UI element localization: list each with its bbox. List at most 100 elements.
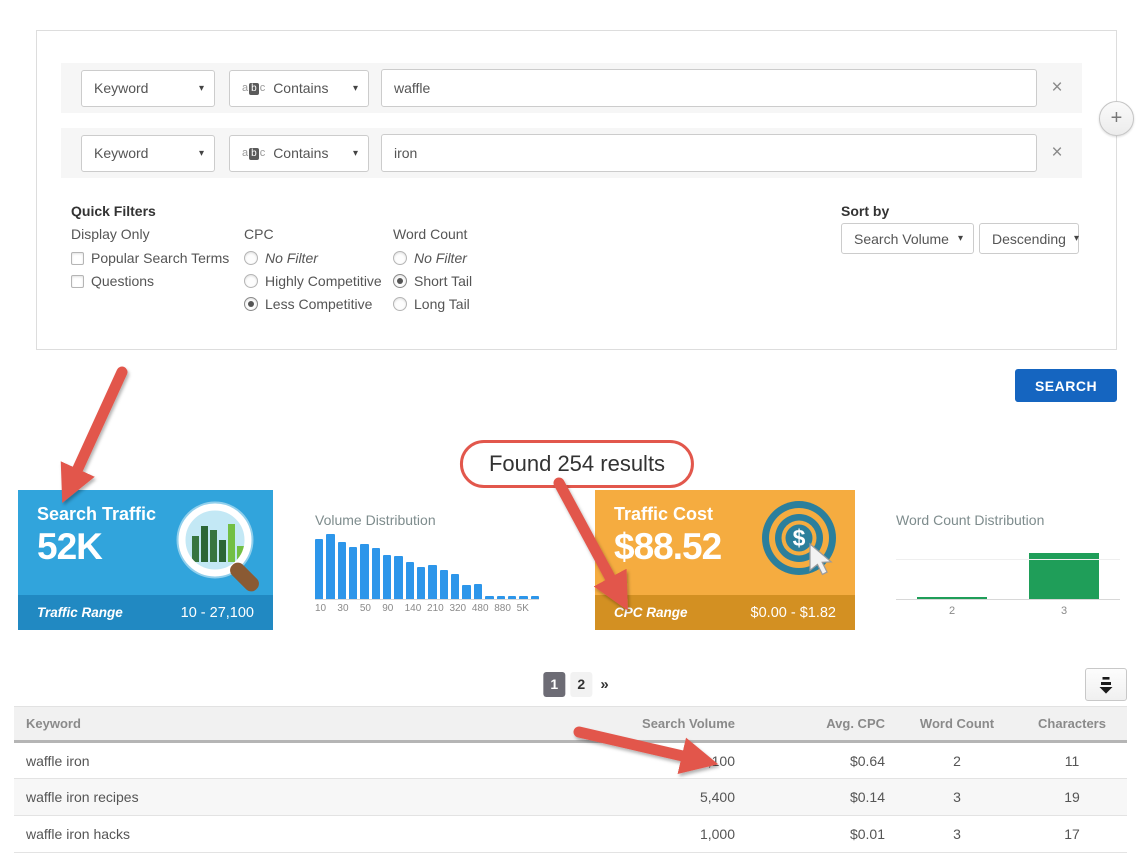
- abc-text-icon: abc: [242, 147, 265, 160]
- search-button[interactable]: SEARCH: [1015, 369, 1117, 402]
- card-value: 52K: [37, 526, 102, 568]
- column-header-search-volume: Search Volume: [562, 707, 747, 742]
- field-select[interactable]: Keyword ▾: [81, 70, 215, 107]
- word-count-distribution-chart: [896, 542, 1120, 600]
- results-count-banner: Found 254 results: [460, 440, 694, 488]
- avg-cpc-cell: $0.14: [747, 779, 897, 816]
- volume-axis-labels: 103050901402103204808805K: [315, 603, 539, 614]
- word-count-distribution-card: Word Count Distribution 23: [878, 490, 1136, 630]
- radio-cpc-highly-competitive[interactable]: Highly Competitive: [244, 274, 382, 288]
- footer-value: 10 - 27,100: [181, 605, 254, 621]
- operator-select[interactable]: abc Contains ▾: [229, 70, 369, 107]
- search-volume-cell: 27,100: [562, 742, 747, 779]
- chart-bar: [383, 555, 391, 599]
- chart-bar: [462, 585, 470, 599]
- checkbox-popular-search-terms[interactable]: Popular Search Terms: [71, 251, 229, 265]
- word-count-label: Word Count: [393, 226, 472, 242]
- option-label: Popular Search Terms: [91, 250, 229, 266]
- traffic-cost-card: Traffic Cost $88.52 $ CPC Range $0.00 - …: [595, 490, 855, 630]
- sort-field-select[interactable]: Search Volume ▾: [841, 223, 974, 254]
- pagination: 1 2 »: [543, 672, 610, 697]
- chart-bar: [917, 597, 987, 599]
- svg-text:$: $: [793, 525, 806, 551]
- keyword-filter-input[interactable]: [381, 69, 1037, 107]
- sort-direction-value: Descending: [992, 231, 1066, 247]
- option-label: Questions: [91, 273, 154, 289]
- word-count-cell: 2: [897, 742, 1017, 779]
- remove-filter-icon[interactable]: ×: [1044, 142, 1070, 164]
- card-footer: Traffic Range 10 - 27,100: [18, 595, 273, 630]
- dollar-target-icon: $: [753, 496, 845, 590]
- next-pages-icon[interactable]: »: [597, 676, 610, 693]
- footer-label: CPC Range: [614, 605, 751, 620]
- chart-bar: [360, 544, 368, 599]
- column-header-avg-cpc: Avg. CPC: [747, 707, 897, 742]
- radio-wc-long-tail[interactable]: Long Tail: [393, 297, 472, 311]
- chart-bar: [1029, 553, 1099, 599]
- chart-bar: [451, 574, 459, 599]
- download-button[interactable]: [1085, 668, 1127, 701]
- radio-icon: [393, 274, 407, 288]
- radio-icon: [244, 297, 258, 311]
- keyword-cell: waffle iron: [14, 742, 562, 779]
- checkbox-questions[interactable]: Questions: [71, 274, 229, 288]
- table-row: waffle iron hacks 1,000 $0.01 3 17: [14, 816, 1127, 853]
- card-value: $88.52: [614, 526, 721, 568]
- field-select-value: Keyword: [94, 80, 191, 96]
- radio-wc-no-filter[interactable]: No Filter: [393, 251, 472, 265]
- page-button-1[interactable]: 1: [543, 672, 565, 697]
- axis-tick-label: 480: [472, 603, 494, 614]
- axis-tick-label: 5K: [517, 603, 539, 614]
- keyword-cell: waffle iron hacks: [14, 816, 562, 853]
- sort-by-label: Sort by: [841, 203, 889, 219]
- chart-bar: [417, 567, 425, 600]
- radio-icon: [393, 297, 407, 311]
- option-label: No Filter: [265, 250, 318, 266]
- characters-cell: 19: [1017, 779, 1127, 816]
- search-volume-cell: 5,400: [562, 779, 747, 816]
- chart-bar: [485, 596, 493, 599]
- chart-title: Word Count Distribution: [896, 512, 1044, 528]
- column-header-word-count: Word Count: [897, 707, 1017, 742]
- cpc-filter-group: CPC No Filter Highly Competitive Less Co…: [244, 226, 382, 320]
- chevron-down-icon: ▾: [199, 83, 204, 94]
- remove-filter-icon[interactable]: ×: [1044, 77, 1070, 99]
- field-select[interactable]: Keyword ▾: [81, 135, 215, 172]
- keyword-cell: waffle iron recipes: [14, 779, 562, 816]
- footer-value: $0.00 - $1.82: [751, 605, 836, 621]
- axis-tick-label: 90: [382, 603, 404, 614]
- option-label: Short Tail: [414, 273, 472, 289]
- axis-tick-label: 320: [449, 603, 471, 614]
- chevron-down-icon: ▾: [199, 148, 204, 159]
- chevron-down-icon: ▾: [353, 148, 358, 159]
- chart-bar: [519, 596, 527, 599]
- radio-wc-short-tail[interactable]: Short Tail: [393, 274, 472, 288]
- radio-icon: [244, 274, 258, 288]
- chart-bar: [428, 565, 436, 599]
- axis-tick-label: 880: [494, 603, 516, 614]
- add-filter-button[interactable]: +: [1099, 101, 1134, 136]
- volume-distribution-card: Volume Distribution 10305090140210320480…: [297, 490, 555, 630]
- radio-cpc-no-filter[interactable]: No Filter: [244, 251, 382, 265]
- footer-label: Traffic Range: [37, 605, 181, 620]
- card-footer: CPC Range $0.00 - $1.82: [595, 595, 855, 630]
- axis-tick-label: 140: [405, 603, 427, 614]
- chevron-down-icon: ▾: [353, 83, 358, 94]
- chart-bar: [372, 548, 380, 599]
- sort-direction-select[interactable]: Descending ▾: [979, 223, 1079, 254]
- option-label: Highly Competitive: [265, 273, 382, 289]
- option-label: Less Competitive: [265, 296, 372, 312]
- field-select-value: Keyword: [94, 145, 191, 161]
- chart-bar: [326, 534, 334, 599]
- avg-cpc-cell: $0.64: [747, 742, 897, 779]
- option-label: No Filter: [414, 250, 467, 266]
- radio-cpc-less-competitive[interactable]: Less Competitive: [244, 297, 382, 311]
- operator-select[interactable]: abc Contains ▾: [229, 135, 369, 172]
- characters-cell: 11: [1017, 742, 1127, 779]
- page-button-2[interactable]: 2: [570, 672, 592, 697]
- chart-bar: [474, 584, 482, 599]
- keyword-filter-input[interactable]: [381, 134, 1037, 172]
- option-label: Long Tail: [414, 296, 470, 312]
- filter-row: Keyword ▾ abc Contains ▾ ×: [61, 128, 1082, 178]
- checkbox-icon: [71, 275, 84, 288]
